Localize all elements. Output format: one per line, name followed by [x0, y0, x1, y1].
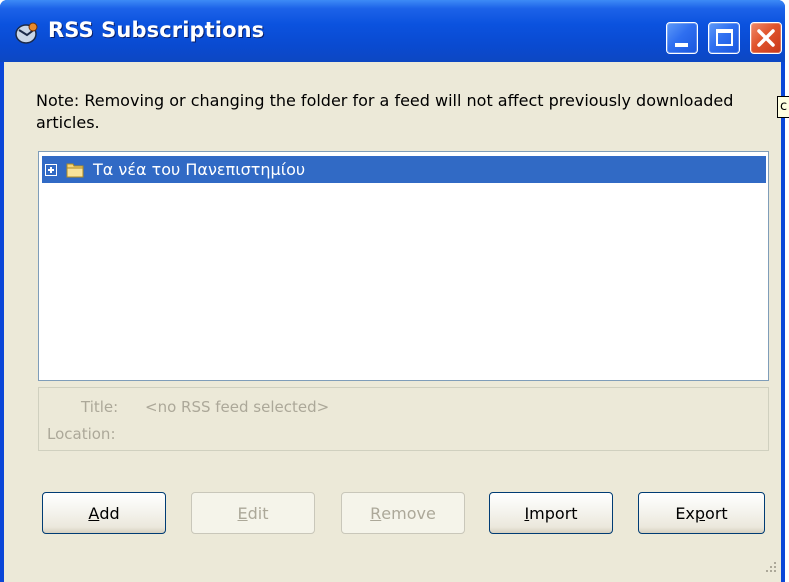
tree-item-label: Τα νέα του Πανεπιστημίου — [93, 160, 306, 179]
remove-button-label: emove — [381, 503, 436, 523]
minimize-button[interactable] — [666, 22, 698, 54]
add-button-label: dd — [99, 503, 120, 523]
close-icon — [757, 29, 775, 47]
edit-button[interactable]: Edit — [191, 492, 315, 534]
export-button-label-pre: Ex — [675, 503, 695, 523]
maximize-button[interactable] — [708, 22, 740, 54]
title-value: <no RSS feed selected> — [145, 398, 330, 416]
edit-button-label: dit — [247, 503, 269, 523]
tooltip-fragment: c — [777, 96, 789, 118]
tree-item-feed[interactable]: Τα νέα του Πανεπιστημίου — [42, 156, 766, 183]
folder-icon — [66, 163, 84, 177]
title-label: Title: — [81, 398, 119, 416]
resize-grip-icon[interactable] — [764, 560, 778, 574]
export-button[interactable]: Ex p ort — [638, 492, 765, 534]
add-button-mnemonic: A — [88, 503, 100, 523]
feed-tree[interactable]: Τα νέα του Πανεπιστημίου — [38, 151, 769, 381]
remove-button[interactable]: Remove — [341, 492, 465, 534]
import-button[interactable]: Import — [489, 492, 613, 534]
export-button-mnemonic: p — [694, 503, 706, 523]
add-button[interactable]: Add — [42, 492, 166, 534]
window-title: RSS Subscriptions — [48, 18, 265, 42]
edit-button-mnemonic: E — [237, 503, 248, 523]
location-label: Location: — [47, 425, 116, 443]
expand-plus-icon[interactable] — [45, 163, 57, 176]
note-text: Note: Removing or changing the folder fo… — [36, 91, 734, 132]
mail-client-icon — [15, 22, 38, 44]
title-bar[interactable]: RSS Subscriptions — [0, 0, 785, 62]
close-button[interactable] — [750, 22, 782, 54]
import-button-label: mport — [529, 503, 578, 523]
remove-button-mnemonic: R — [370, 503, 382, 523]
feed-details-panel: Title: <no RSS feed selected> Location: — [38, 387, 769, 451]
maximize-icon — [716, 29, 733, 46]
export-button-label-post: ort — [705, 503, 728, 523]
minimize-icon — [675, 43, 688, 47]
